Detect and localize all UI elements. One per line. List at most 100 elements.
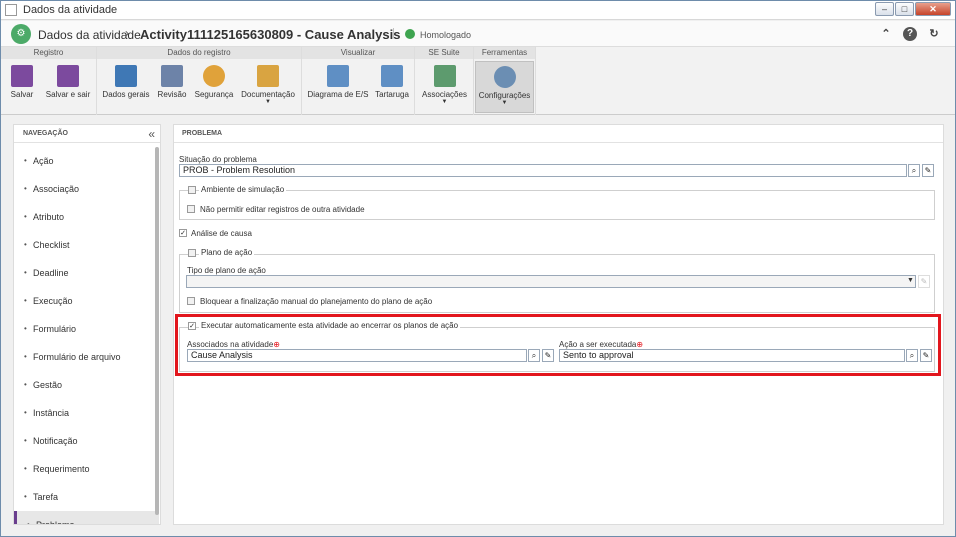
turtle-button[interactable]: Tartaruga bbox=[372, 61, 412, 113]
revision-button[interactable]: Revisão bbox=[155, 61, 189, 113]
nav-item[interactable]: Instância bbox=[14, 399, 159, 427]
dropdown-arrow-icon: ▼ bbox=[441, 99, 448, 105]
nao-permitir-label: Não permitir editar registros de outra a… bbox=[200, 205, 365, 214]
situacao-label: Situação do problema bbox=[179, 155, 257, 164]
status-gear-icon bbox=[405, 29, 415, 39]
settings-label: Configurações bbox=[478, 91, 531, 100]
maximize-button[interactable]: □ bbox=[895, 2, 914, 16]
situacao-field[interactable]: PROB - Problem Resolution bbox=[179, 164, 907, 177]
ribbon-group-label: Dados do registro bbox=[97, 47, 301, 59]
collapse-up-icon[interactable]: ⌃ bbox=[879, 27, 893, 41]
ribbon-group-label: Registro bbox=[1, 47, 96, 59]
nav-item[interactable]: Problema bbox=[14, 511, 159, 524]
nav-item[interactable]: Formulário de arquivo bbox=[14, 343, 159, 371]
nav-item[interactable]: Atributo bbox=[14, 203, 159, 231]
settings-button[interactable]: Configurações ▼ bbox=[475, 61, 534, 113]
bloquear-label: Bloquear a finalização manual do planeja… bbox=[200, 297, 433, 306]
section-header: PROBLEMA bbox=[174, 125, 943, 143]
nav-item[interactable]: Deadline bbox=[14, 259, 159, 287]
save-button[interactable]: Salvar bbox=[5, 61, 39, 113]
tipo-plano-select[interactable] bbox=[186, 275, 916, 288]
ribbon-group-visualizar: Visualizar Diagrama de E/S Tartaruga bbox=[302, 47, 415, 115]
plano-label: Plano de ação bbox=[199, 248, 255, 257]
window-title: Dados da atividade bbox=[23, 4, 118, 16]
security-button[interactable]: Segurança bbox=[193, 61, 235, 113]
revision-icon bbox=[161, 65, 183, 87]
nav-item[interactable]: Ação bbox=[14, 147, 159, 175]
minimize-button[interactable]: – bbox=[875, 2, 894, 16]
save-label: Salvar bbox=[10, 90, 34, 99]
search-icon[interactable]: ⌕ bbox=[908, 164, 920, 177]
status-badge: Homologado bbox=[420, 30, 472, 40]
ribbon-group-label: SE Suite bbox=[415, 47, 473, 59]
plano-checkbox[interactable] bbox=[188, 249, 196, 257]
highlight-box bbox=[175, 314, 941, 376]
diagram-icon bbox=[327, 65, 349, 87]
ribbon-group-label: Visualizar bbox=[302, 47, 414, 59]
associations-icon bbox=[433, 65, 456, 87]
analise-checkbox[interactable]: ✓ bbox=[179, 229, 187, 237]
gears-icon bbox=[493, 66, 516, 88]
folder-icon bbox=[257, 65, 279, 87]
save-icon bbox=[11, 65, 33, 87]
security-label: Segurança bbox=[194, 90, 234, 99]
ribbon-group-sesuite: SE Suite Associações ▼ bbox=[415, 47, 474, 115]
ambiente-label: Ambiente de simulação bbox=[199, 185, 287, 194]
nav-item[interactable]: Tarefa bbox=[14, 483, 159, 511]
associations-label: Associações bbox=[422, 90, 467, 99]
nav-item[interactable]: Checklist bbox=[14, 231, 159, 259]
nav-scrollbar[interactable] bbox=[155, 147, 159, 515]
ribbon-toolbar: Registro Salvar Salvar e sair Dados do r… bbox=[1, 47, 955, 115]
close-button[interactable]: ✕ bbox=[915, 2, 951, 16]
refresh-icon[interactable]: ↻ bbox=[927, 27, 941, 41]
documentation-button[interactable]: Documentação ▼ bbox=[239, 61, 297, 113]
app-window: Dados da atividade – □ ✕ ⚙ Dados da ativ… bbox=[0, 0, 956, 537]
clear-icon[interactable]: ✎ bbox=[922, 164, 934, 177]
breadcrumb-separator: › bbox=[125, 26, 129, 40]
dropdown-arrow-icon: ▼ bbox=[501, 100, 508, 106]
ribbon-group-dados: Dados do registro Dados gerais Revisão S… bbox=[97, 47, 302, 115]
title-bar: Dados da atividade – □ ✕ bbox=[1, 1, 955, 20]
collapse-left-icon[interactable]: « bbox=[148, 127, 155, 141]
dropdown-arrow-icon: ▼ bbox=[265, 99, 271, 105]
save-exit-label: Salvar e sair bbox=[45, 90, 91, 99]
documentation-label: Documentação bbox=[241, 90, 295, 99]
tipo-plano-label: Tipo de plano de ação bbox=[187, 266, 266, 275]
nao-permitir-checkbox[interactable] bbox=[187, 205, 195, 213]
navigation-list: AçãoAssociaçãoAtributoChecklistDeadlineE… bbox=[14, 147, 159, 524]
save-exit-icon bbox=[57, 65, 79, 87]
turtle-icon bbox=[381, 65, 403, 87]
associations-button[interactable]: Associações ▼ bbox=[418, 61, 471, 113]
page-header: ⚙ Dados da atividade › Activity111125165… bbox=[1, 21, 955, 47]
revision-label: Revisão bbox=[157, 90, 187, 99]
divider: | bbox=[392, 27, 395, 39]
nav-item[interactable]: Associação bbox=[14, 175, 159, 203]
save-and-exit-button[interactable]: Salvar e sair bbox=[43, 61, 93, 113]
clear-icon: ✎ bbox=[918, 275, 930, 288]
nav-item[interactable]: Formulário bbox=[14, 315, 159, 343]
nav-item[interactable]: Requerimento bbox=[14, 455, 159, 483]
io-diagram-button[interactable]: Diagrama de E/S bbox=[306, 61, 370, 113]
bloquear-checkbox[interactable] bbox=[187, 297, 195, 305]
ribbon-group-registro: Registro Salvar Salvar e sair bbox=[1, 47, 97, 115]
nav-item[interactable]: Notificação bbox=[14, 427, 159, 455]
ambiente-checkbox[interactable] bbox=[188, 186, 196, 194]
help-icon[interactable]: ? bbox=[903, 27, 917, 41]
io-diagram-label: Diagrama de E/S bbox=[307, 90, 369, 99]
ribbon-group-ferramentas: Ferramentas Configurações ▼ bbox=[474, 47, 536, 115]
ribbon-group-label: Ferramentas bbox=[474, 47, 535, 59]
nav-item[interactable]: Gestão bbox=[14, 371, 159, 399]
app-logo-icon: ⚙ bbox=[11, 24, 31, 44]
page-title: Activity111125165630809 - Cause Analysis bbox=[140, 27, 401, 42]
general-data-button[interactable]: Dados gerais bbox=[101, 61, 151, 113]
analise-label: Análise de causa bbox=[191, 229, 252, 238]
navigation-panel: NAVEGAÇÃO « AçãoAssociaçãoAtributoCheckl… bbox=[13, 124, 161, 525]
key-icon bbox=[203, 65, 225, 87]
general-data-label: Dados gerais bbox=[102, 90, 150, 99]
nav-item[interactable]: Execução bbox=[14, 287, 159, 315]
window-icon bbox=[5, 4, 17, 16]
form-icon bbox=[115, 65, 137, 87]
navigation-header: NAVEGAÇÃO bbox=[14, 125, 160, 143]
turtle-label: Tartaruga bbox=[375, 90, 409, 99]
chevron-down-icon[interactable]: ▼ bbox=[907, 277, 914, 284]
